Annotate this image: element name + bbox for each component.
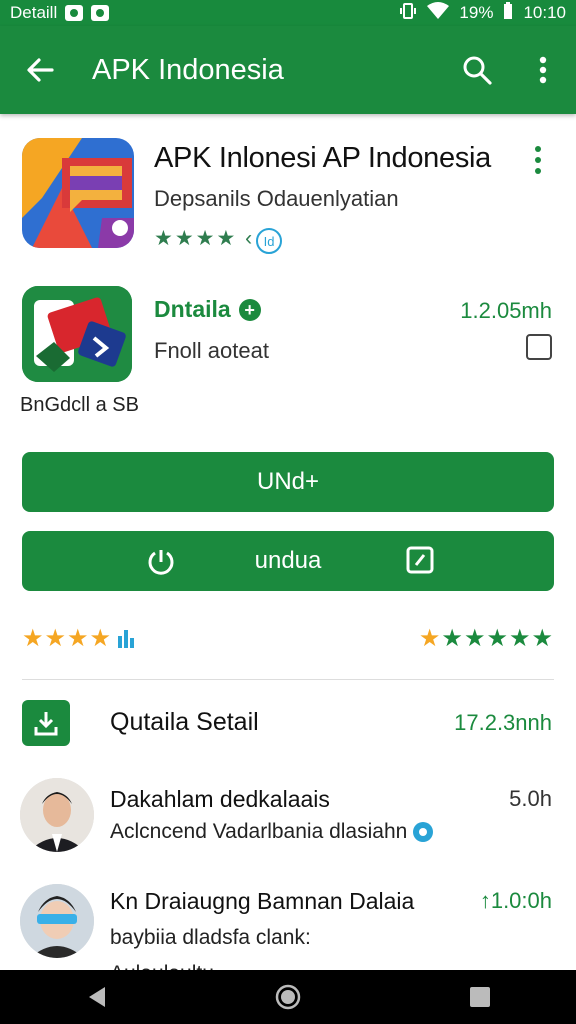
chart-icon: [118, 629, 135, 648]
primary-button[interactable]: UNd+: [22, 452, 554, 512]
review-time-value: 1.0:0h: [490, 888, 552, 913]
gear-icon: [413, 822, 434, 842]
clock: 10:10: [523, 3, 566, 22]
review-time: 5.0h: [509, 786, 552, 811]
navigation-bar: [0, 970, 576, 1024]
app-bar: APK Indonesia: [0, 26, 576, 114]
back-button[interactable]: [0, 26, 80, 114]
right-green-stars: ★★★★★: [441, 625, 554, 652]
review-text-content: Aclcncend Vadarlbania dlasiahn: [110, 820, 408, 843]
download-name: Dntaila +: [154, 296, 261, 323]
home-nav-icon: [275, 984, 301, 1010]
battery-icon: [503, 1, 513, 25]
right-gold-star: ★: [418, 625, 442, 652]
select-checkbox[interactable]: [526, 334, 552, 360]
carrier-label: Detaill: [10, 3, 58, 22]
rating-left: ★★★★: [22, 624, 136, 653]
edit-icon: [406, 546, 434, 574]
app-bar-title: APK Indonesia: [92, 53, 284, 86]
download-name-label: Dntaila: [154, 296, 231, 322]
download-button[interactable]: undua: [22, 531, 554, 591]
download-icon: [22, 700, 70, 746]
download-app-icon[interactable]: [22, 286, 132, 382]
status-bar: Detaill 19% 10:10: [0, 0, 576, 26]
review-text: Aclcncend Vadarlbania dlasiahn: [110, 820, 434, 844]
search-icon: [463, 56, 492, 85]
app-developer: Depsanils Odauenlyatian: [154, 186, 399, 211]
arrow-back-icon: [27, 58, 54, 82]
section-size: 17.2.3nnh: [454, 710, 552, 735]
info-badge-icon: Id: [256, 228, 282, 254]
app-star-rating: ★★★★ ‹: [154, 227, 255, 250]
recents-nav-icon: [470, 987, 490, 1007]
download-button-label: undua: [254, 547, 322, 574]
notification-icon: [65, 5, 84, 21]
download-subtitle: Fnoll aoteat: [154, 338, 269, 363]
truncated-text: Aulaulaultu: [110, 962, 214, 970]
image-icon: [91, 5, 110, 21]
vibrate-icon: [399, 2, 417, 25]
review-time: ↑1.0:0h: [480, 888, 552, 914]
main-content: APK Inlonesi AP Indonesia Depsanils Odau…: [0, 114, 576, 970]
review-author: Dakahlam dedkalaais: [110, 786, 330, 812]
app-title: APK Inlonesi AP Indonesia: [154, 142, 491, 174]
overflow-menu-button[interactable]: [510, 26, 576, 114]
section-title: Qutaila Setail: [110, 708, 259, 736]
review-author: Kn Draiaugng Bamnan Dalaia: [110, 888, 415, 914]
bundle-label: BnGdcll a SB: [20, 394, 139, 416]
divider: [22, 679, 554, 680]
nav-back-button[interactable]: [56, 970, 136, 1024]
progress-icon: [148, 550, 174, 575]
avatar[interactable]: [20, 884, 94, 958]
nav-home-button[interactable]: [248, 970, 328, 1024]
more-vert-icon: [539, 56, 547, 84]
app-more-icon[interactable]: [526, 144, 550, 176]
nav-recents-button[interactable]: [440, 970, 520, 1024]
arrow-up-icon: ↑: [479, 888, 491, 913]
app-icon[interactable]: [22, 138, 134, 248]
search-button[interactable]: [444, 26, 510, 114]
rating-right: ★★★★★★: [419, 624, 554, 653]
review-text: baybiia dladsfa clank:: [110, 926, 311, 949]
add-icon[interactable]: +: [238, 298, 261, 321]
avatar[interactable]: [20, 778, 94, 852]
left-stars: ★★★★: [22, 625, 113, 652]
download-size: 1.2.05mh: [460, 298, 552, 323]
back-nav-icon: [89, 987, 105, 1007]
wifi-icon: [427, 1, 450, 25]
battery-level: 19%: [459, 3, 494, 22]
